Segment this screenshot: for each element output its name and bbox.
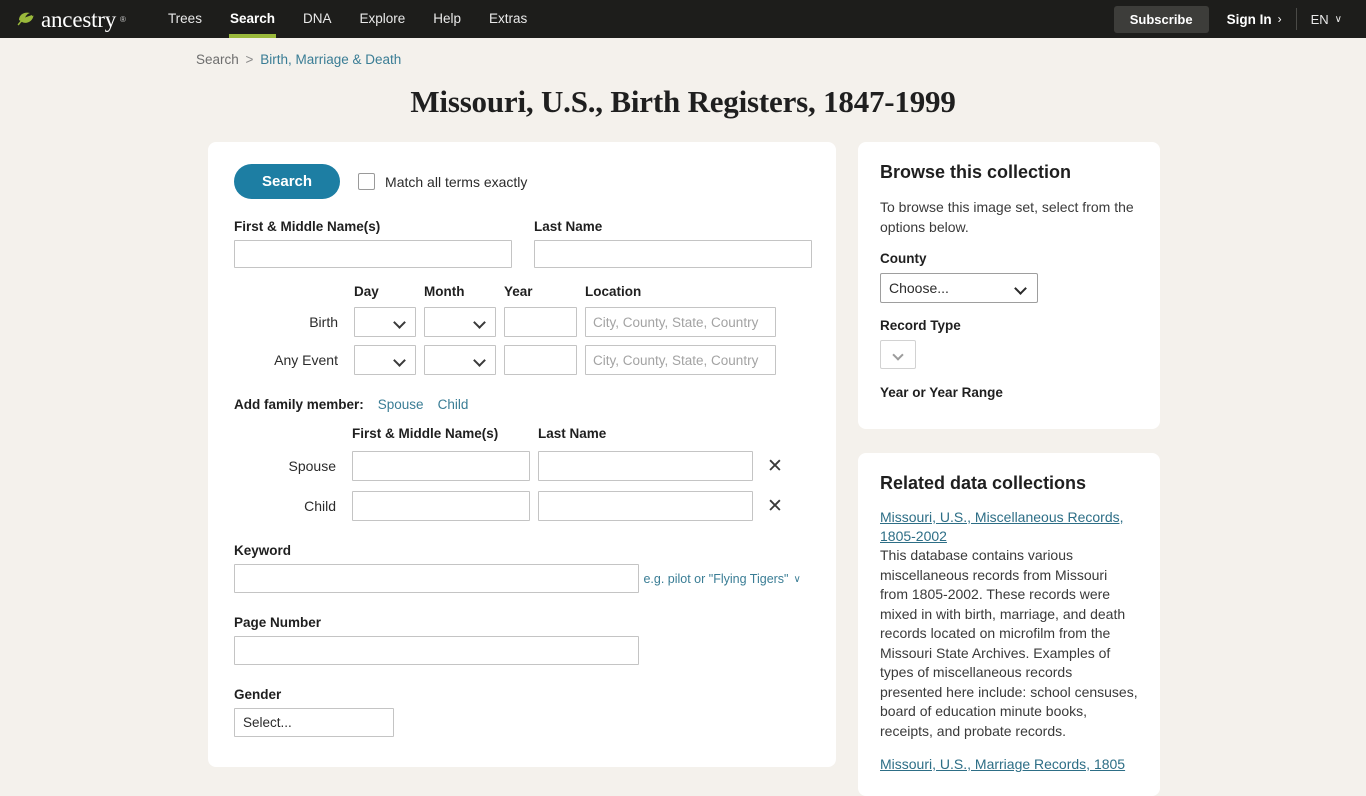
logo-trademark: ® — [120, 14, 126, 24]
nav-item-help[interactable]: Help — [419, 0, 475, 38]
last-name-group: Last Name — [534, 219, 812, 268]
search-action-row: Search Match all terms exactly — [234, 164, 812, 199]
name-fields-row: First & Middle Name(s) Last Name — [234, 219, 812, 268]
nav-item-extras[interactable]: Extras — [475, 0, 541, 38]
first-name-label: First & Middle Name(s) — [234, 219, 381, 234]
spouse-last-name-input[interactable] — [538, 451, 753, 481]
main-nav: Trees Search DNA Explore Help Extras — [154, 0, 541, 38]
gender-label: Gender — [234, 687, 282, 702]
top-bar-right-group: Subscribe Sign In › EN ∨ — [1113, 0, 1350, 38]
day-column-header: Day — [354, 284, 379, 299]
browse-collection-title: Browse this collection — [880, 162, 1072, 182]
any-event-location-input[interactable] — [585, 345, 776, 375]
chevron-right-icon: › — [1277, 12, 1282, 26]
related-collections-title: Related data collections — [880, 473, 1087, 493]
add-spouse-link[interactable]: Spouse — [378, 397, 424, 412]
event-date-grid: Day Month Year Location Birth Any Event — [234, 284, 812, 375]
family-first-name-header: First & Middle Name(s) — [352, 426, 499, 441]
any-event-row-label: Any Event — [274, 352, 338, 368]
keyword-hint[interactable]: e.g. pilot or "Flying Tigers" ∨ — [643, 572, 800, 586]
gender-group: Gender Select... — [234, 687, 812, 737]
child-first-name-input[interactable] — [352, 491, 530, 521]
search-form-card: Search Match all terms exactly First & M… — [208, 142, 836, 767]
birth-year-input[interactable] — [504, 307, 577, 337]
chevron-down-icon: ∨ — [1334, 13, 1342, 25]
remove-spouse-icon[interactable]: ✕ — [761, 457, 789, 476]
breadcrumb-current[interactable]: Birth, Marriage & Death — [260, 52, 401, 67]
breadcrumb: Search > Birth, Marriage & Death — [0, 38, 1366, 67]
child-row-label: Child — [304, 498, 336, 514]
record-type-label: Record Type — [880, 318, 961, 333]
year-or-year-range-label: Year or Year Range — [880, 385, 1003, 400]
browse-collection-card: Browse this collection To browse this im… — [858, 142, 1160, 429]
add-family-member-label: Add family member: — [234, 397, 364, 412]
keyword-label: Keyword — [234, 543, 292, 558]
last-name-label: Last Name — [534, 219, 603, 234]
birth-row-label: Birth — [309, 314, 338, 330]
language-label: EN — [1310, 11, 1329, 27]
any-event-day-select[interactable] — [354, 345, 416, 375]
add-child-link[interactable]: Child — [438, 397, 469, 412]
nav-item-explore[interactable]: Explore — [346, 0, 420, 38]
breadcrumb-root[interactable]: Search — [196, 52, 239, 67]
spouse-row-label: Spouse — [288, 458, 336, 474]
page-number-label: Page Number — [234, 615, 322, 630]
breadcrumb-separator: > — [245, 52, 254, 67]
month-column-header: Month — [424, 284, 465, 299]
ancestry-logo[interactable]: ancestry ® — [16, 8, 126, 31]
sign-in-button[interactable]: Sign In › — [1209, 8, 1297, 30]
county-label: County — [880, 251, 927, 266]
page-number-input[interactable] — [234, 636, 639, 665]
nav-item-search[interactable]: Search — [216, 0, 289, 38]
gender-select[interactable]: Select... — [234, 708, 394, 737]
related-collection-link[interactable]: Missouri, U.S., Miscellaneous Records, 1… — [880, 508, 1138, 546]
match-exactly-checkbox[interactable] — [358, 173, 376, 190]
search-button[interactable]: Search — [234, 164, 341, 199]
page-title: Missouri, U.S., Birth Registers, 1847-19… — [410, 84, 956, 119]
match-all-terms-exactly-toggle[interactable]: Match all terms exactly — [358, 173, 527, 190]
first-name-group: First & Middle Name(s) — [234, 219, 512, 268]
any-event-month-select[interactable] — [424, 345, 496, 375]
page-body: Search Match all terms exactly First & M… — [0, 120, 1366, 796]
language-selector[interactable]: EN ∨ — [1297, 12, 1350, 27]
birth-day-select[interactable] — [354, 307, 416, 337]
year-column-header: Year — [504, 284, 533, 299]
birth-location-cell — [585, 307, 776, 337]
sign-in-label: Sign In — [1226, 11, 1272, 27]
keyword-group: Keyword e.g. pilot or "Flying Tigers" ∨ — [234, 543, 812, 593]
child-last-name-input[interactable] — [538, 491, 753, 521]
county-select[interactable]: Choose... — [880, 273, 1038, 303]
add-family-member-row: Add family member: Spouse Child — [234, 397, 812, 412]
keyword-hint-text: e.g. pilot or "Flying Tigers" — [643, 572, 789, 586]
logo-wordmark: ancestry — [41, 6, 117, 32]
related-collection-description: This database contains various miscellan… — [880, 547, 1138, 739]
any-event-year-cell — [504, 345, 577, 375]
page-number-group: Page Number — [234, 615, 812, 665]
record-type-select[interactable] — [880, 340, 916, 369]
family-member-grid: First & Middle Name(s) Last Name Spouse … — [234, 426, 812, 521]
nav-item-trees[interactable]: Trees — [154, 0, 216, 38]
family-last-name-header: Last Name — [538, 426, 607, 441]
birth-location-input[interactable] — [585, 307, 776, 337]
related-collections-card: Related data collections Missouri, U.S.,… — [858, 453, 1160, 796]
match-exactly-label: Match all terms exactly — [385, 173, 528, 190]
spouse-first-name-input[interactable] — [352, 451, 530, 481]
subscribe-button[interactable]: Subscribe — [1113, 5, 1209, 33]
any-event-location-cell — [585, 345, 776, 375]
top-navigation-bar: ancestry ® Trees Search DNA Explore Help… — [0, 0, 1366, 38]
chevron-down-icon: ∨ — [793, 573, 801, 585]
last-name-input[interactable] — [534, 240, 812, 268]
first-name-input[interactable] — [234, 240, 512, 268]
any-event-year-input[interactable] — [504, 345, 577, 375]
browse-collection-description: To browse this image set, select from th… — [880, 199, 1134, 235]
leaf-icon — [16, 8, 38, 30]
keyword-input[interactable] — [234, 564, 639, 593]
nav-item-dna[interactable]: DNA — [289, 0, 346, 38]
birth-year-cell — [504, 307, 577, 337]
location-column-header: Location — [585, 284, 642, 299]
remove-child-icon[interactable]: ✕ — [761, 497, 789, 516]
birth-month-select[interactable] — [424, 307, 496, 337]
related-collection-link[interactable]: Missouri, U.S., Marriage Records, 1805 — [880, 755, 1138, 774]
sidebar: Browse this collection To browse this im… — [858, 142, 1160, 796]
